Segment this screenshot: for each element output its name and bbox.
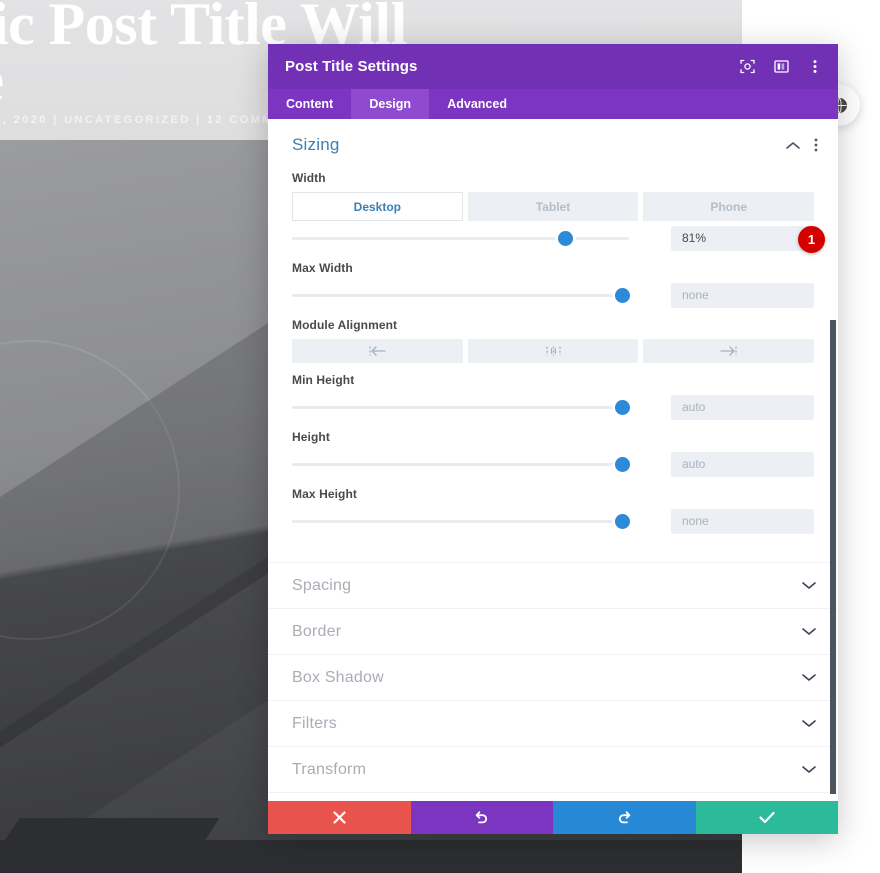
- min-height-slider[interactable]: [292, 394, 631, 420]
- module-alignment-group: [292, 339, 815, 363]
- field-label-min-height: Min Height: [292, 373, 355, 387]
- tab-advanced[interactable]: Advanced: [429, 89, 525, 119]
- field-module-alignment: Module Alignment: [268, 318, 838, 363]
- layout-columns-icon[interactable]: [773, 59, 789, 75]
- section-label: Transform: [292, 760, 367, 778]
- slider-knob[interactable]: [615, 400, 631, 415]
- sizing-section-tools: [786, 138, 818, 152]
- max-height-slider[interactable]: [292, 508, 631, 534]
- redo-button[interactable]: [553, 801, 696, 834]
- modal-tabs: Content Design Advanced: [268, 89, 838, 119]
- height-value-input[interactable]: auto: [671, 451, 814, 477]
- section-filters[interactable]: Filters: [268, 701, 838, 747]
- modal-footer: [268, 801, 838, 834]
- chevron-down-icon[interactable]: [802, 719, 816, 728]
- slider-row-max-width: none: [292, 282, 814, 308]
- field-min-height: Min Height auto: [268, 373, 838, 420]
- device-toggle-width: Desktop Tablet Phone: [292, 192, 815, 221]
- align-left-icon[interactable]: [292, 339, 463, 363]
- screen: namic Post Title Will Here N 18, 2020 | …: [0, 0, 880, 873]
- device-desktop-button[interactable]: Desktop: [292, 192, 463, 221]
- sizing-section-header[interactable]: Sizing: [268, 119, 838, 161]
- chevron-down-icon[interactable]: [802, 627, 816, 636]
- collapsed-sections-list: Spacing Border Box Shadow Filters Transf…: [268, 562, 838, 793]
- modal-body: Sizing Width Desktop Tablet Phone 81% Ma…: [268, 119, 838, 801]
- device-tablet-button[interactable]: Tablet: [467, 192, 639, 221]
- slider-track: [292, 294, 629, 297]
- tab-content[interactable]: Content: [268, 89, 351, 119]
- undo-button[interactable]: [410, 801, 553, 834]
- slider-row-min-height: auto: [292, 394, 814, 420]
- section-label: Filters: [292, 714, 337, 732]
- check-icon: [759, 811, 775, 824]
- slider-track: [292, 463, 629, 466]
- slider-knob[interactable]: [615, 457, 631, 472]
- field-width: Width Desktop Tablet Phone 81%: [268, 171, 838, 251]
- tab-design[interactable]: Design: [351, 89, 430, 119]
- post-title-settings-modal: Post Title Settings Content Design Advan…: [268, 44, 838, 834]
- field-label-max-height: Max Height: [292, 487, 358, 501]
- max-width-value-input[interactable]: none: [671, 282, 814, 308]
- slider-track: [292, 520, 629, 523]
- more-vertical-icon[interactable]: [814, 138, 818, 152]
- slider-row-width: 81%: [292, 225, 814, 251]
- width-slider[interactable]: [292, 225, 629, 251]
- section-border[interactable]: Border: [268, 609, 838, 655]
- min-height-value-input[interactable]: auto: [671, 394, 814, 420]
- slider-track: [292, 406, 629, 409]
- section-spacing[interactable]: Spacing: [268, 563, 838, 609]
- section-label: Spacing: [292, 576, 352, 594]
- modal-title: Post Title Settings: [285, 58, 418, 75]
- field-max-width: Max Width none: [268, 261, 838, 308]
- width-value-input[interactable]: 81%: [671, 225, 814, 251]
- modal-header: Post Title Settings: [268, 44, 838, 89]
- redo-icon: [617, 810, 632, 825]
- modal-scrollbar[interactable]: [830, 320, 836, 794]
- page-footer: [0, 840, 742, 873]
- device-phone-button[interactable]: Phone: [643, 192, 815, 221]
- field-label-width: Width: [292, 171, 326, 185]
- field-height: Height auto: [268, 430, 838, 477]
- slider-knob[interactable]: [557, 231, 573, 246]
- max-height-value-input[interactable]: none: [671, 508, 814, 534]
- chevron-down-icon[interactable]: [802, 765, 816, 774]
- sizing-section-title: Sizing: [292, 135, 340, 154]
- modal-header-icons: [739, 59, 823, 75]
- annotation-badge-1: 1: [798, 226, 825, 253]
- undo-icon: [474, 810, 489, 825]
- chevron-down-icon[interactable]: [802, 673, 816, 682]
- section-label: Border: [292, 622, 342, 640]
- more-vertical-icon[interactable]: [807, 59, 823, 75]
- field-label-module-alignment: Module Alignment: [292, 318, 398, 332]
- chevron-down-icon[interactable]: [802, 581, 816, 590]
- height-slider[interactable]: [292, 451, 631, 477]
- slider-knob[interactable]: [615, 514, 631, 529]
- slider-track: [292, 237, 629, 240]
- align-center-icon[interactable]: [467, 339, 639, 363]
- close-icon: [333, 811, 346, 824]
- slider-row-max-height: none: [292, 508, 814, 534]
- field-max-height: Max Height none: [268, 487, 838, 534]
- save-button[interactable]: [695, 801, 838, 834]
- section-label: Box Shadow: [292, 668, 384, 686]
- section-transform[interactable]: Transform: [268, 747, 838, 793]
- field-label-max-width: Max Width: [292, 261, 353, 275]
- slider-knob[interactable]: [615, 288, 631, 303]
- cancel-button[interactable]: [268, 801, 411, 834]
- align-right-icon[interactable]: [643, 339, 815, 363]
- slider-row-height: auto: [292, 451, 814, 477]
- chevron-up-icon[interactable]: [786, 141, 800, 150]
- post-meta-text: N 18, 2020 | UNCATEGORIZED | 12 COMME: [0, 114, 284, 126]
- max-width-slider[interactable]: [292, 282, 631, 308]
- section-box-shadow[interactable]: Box Shadow: [268, 655, 838, 701]
- focus-target-icon[interactable]: [739, 59, 755, 75]
- field-label-height: Height: [292, 430, 330, 444]
